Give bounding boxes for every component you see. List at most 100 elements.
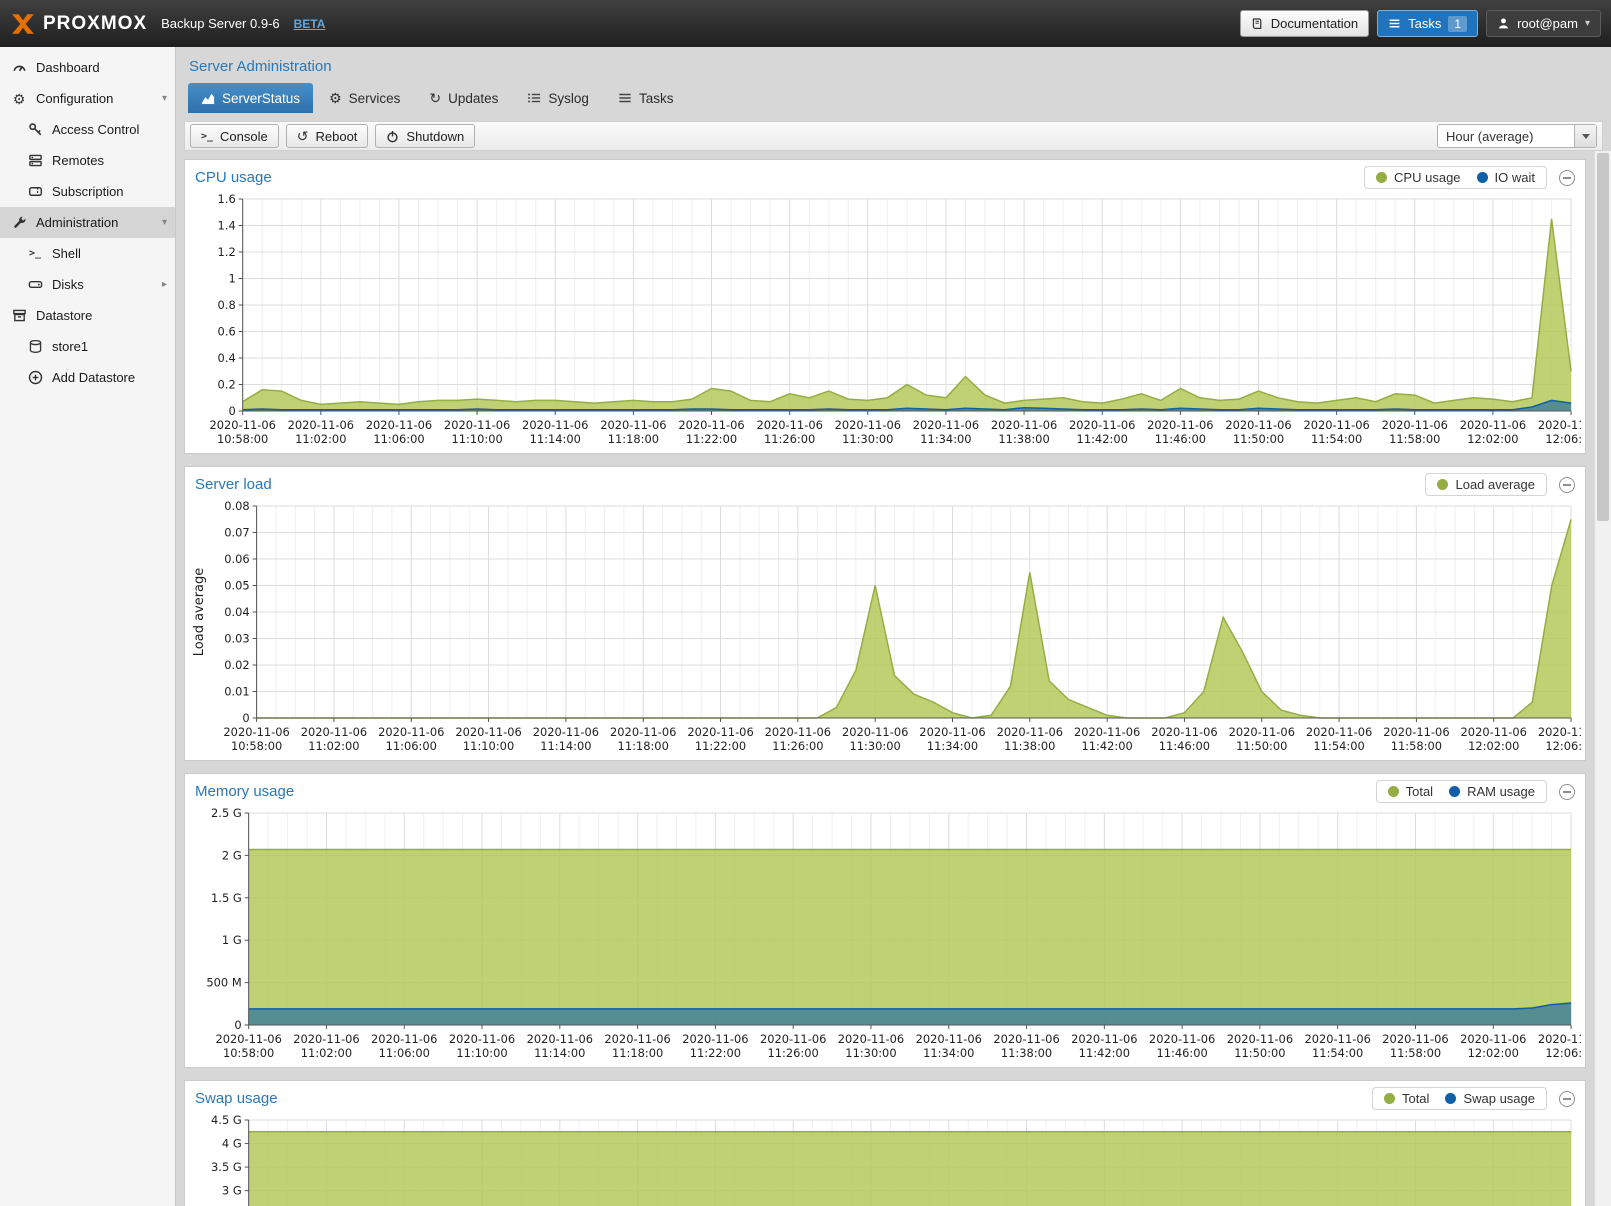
reboot-button[interactable]: ↺ Reboot — [286, 124, 369, 148]
svg-text:11:46:00: 11:46:00 — [1156, 1046, 1207, 1060]
svg-text:12:02:00: 12:02:00 — [1468, 739, 1519, 753]
svg-text:2020-11-06: 2020-11-06 — [371, 1032, 437, 1046]
tasks-button[interactable]: Tasks 1 — [1377, 10, 1478, 37]
svg-text:11:58:00: 11:58:00 — [1389, 432, 1440, 446]
svg-text:11:14:00: 11:14:00 — [530, 432, 581, 446]
sidebar-item-configuration[interactable]: ⚙ Configuration ▾ — [0, 83, 175, 114]
sidebar-item-subscription[interactable]: Subscription — [0, 176, 175, 207]
svg-text:2020-11-06: 2020-11-06 — [991, 418, 1057, 432]
collapse-icon[interactable] — [1559, 170, 1575, 186]
shutdown-button[interactable]: Shutdown — [375, 124, 475, 148]
collapse-icon[interactable] — [1559, 784, 1575, 800]
svg-text:0.6: 0.6 — [218, 324, 236, 338]
chart-legend: Total Swap usage — [1372, 1087, 1547, 1110]
legend-item: Total — [1388, 784, 1433, 799]
page-title: Server Administration — [176, 47, 1611, 83]
collapse-icon[interactable] — [1559, 1091, 1575, 1107]
scrollbar-thumb[interactable] — [1597, 153, 1609, 521]
svg-text:2020-11-06: 2020-11-06 — [1151, 725, 1217, 739]
tab-label: Syslog — [548, 91, 589, 106]
svg-text:2020-11-06: 2020-11-06 — [687, 725, 753, 739]
svg-text:0.03: 0.03 — [224, 631, 249, 645]
gauge-icon — [11, 60, 27, 76]
svg-text:11:22:00: 11:22:00 — [686, 432, 737, 446]
svg-text:2020-11-06: 2020-11-06 — [997, 725, 1063, 739]
sidebar-item-add-datastore[interactable]: Add Datastore — [0, 362, 175, 393]
vertical-scrollbar[interactable] — [1594, 151, 1611, 1206]
svg-text:11:18:00: 11:18:00 — [618, 739, 669, 753]
documentation-button[interactable]: Documentation — [1240, 10, 1369, 37]
tasks-list-icon — [618, 91, 632, 105]
legend-label: Total — [1402, 1091, 1429, 1106]
tab-tasks[interactable]: Tasks — [605, 83, 687, 113]
sidebar-item-label: Configuration — [36, 91, 113, 106]
svg-text:12:06:00: 12:06:00 — [1545, 1046, 1581, 1060]
sidebar-item-label: Remotes — [52, 153, 104, 168]
sidebar-item-datastore[interactable]: Datastore — [0, 300, 175, 331]
svg-text:1.4: 1.4 — [218, 218, 236, 232]
tab-serverstatus[interactable]: ServerStatus — [188, 83, 313, 113]
sidebar-item-store1[interactable]: store1 — [0, 331, 175, 362]
select-trigger[interactable] — [1574, 125, 1596, 147]
svg-text:0: 0 — [234, 1018, 241, 1032]
svg-text:11:58:00: 11:58:00 — [1391, 739, 1442, 753]
sidebar-item-administration[interactable]: Administration ▾ — [0, 207, 175, 238]
legend-label: Load average — [1455, 477, 1535, 492]
svg-text:11:30:00: 11:30:00 — [845, 1046, 896, 1060]
svg-text:2020-11-06: 2020-11-06 — [527, 1032, 593, 1046]
svg-text:11:38:00: 11:38:00 — [1004, 739, 1055, 753]
console-button[interactable]: >_ Console — [190, 124, 279, 148]
timeframe-select[interactable]: Hour (average) — [1437, 124, 1597, 148]
svg-text:11:42:00: 11:42:00 — [1081, 739, 1132, 753]
svg-text:11:58:00: 11:58:00 — [1390, 1046, 1441, 1060]
tab-label: Services — [349, 91, 401, 106]
svg-text:2020-11-06: 2020-11-06 — [1225, 418, 1291, 432]
sidebar-item-disks[interactable]: Disks ▸ — [0, 269, 175, 300]
legend-label: RAM usage — [1467, 784, 1535, 799]
legend-item: RAM usage — [1449, 784, 1535, 799]
sidebar-item-remotes[interactable]: Remotes — [0, 145, 175, 176]
svg-text:1.6: 1.6 — [218, 193, 236, 206]
server-load-panel: Server load Load average 00.010.020.030.… — [184, 466, 1586, 761]
sidebar-item-label: Dashboard — [36, 60, 100, 75]
svg-text:2020-11-06: 2020-11-06 — [678, 418, 744, 432]
sidebar-item-dashboard[interactable]: Dashboard — [0, 52, 175, 83]
svg-text:11:02:00: 11:02:00 — [308, 739, 359, 753]
svg-text:2020-11-06: 2020-11-06 — [522, 418, 588, 432]
memory-usage-chart: 0500 M1 G1.5 G2 G2.5 G2020-11-0610:58:00… — [185, 807, 1585, 1067]
svg-text:2020-11-06: 2020-11-06 — [610, 725, 676, 739]
svg-text:11:26:00: 11:26:00 — [764, 432, 815, 446]
console-label: Console — [220, 129, 268, 144]
svg-text:2020-11-06: 2020-11-06 — [913, 418, 979, 432]
sidebar-item-shell[interactable]: >_ Shell — [0, 238, 175, 269]
collapse-icon[interactable] — [1559, 477, 1575, 493]
svg-text:11:42:00: 11:42:00 — [1077, 432, 1128, 446]
tab-updates[interactable]: ↻ Updates — [416, 83, 511, 113]
sidebar-item-label: Add Datastore — [52, 370, 135, 385]
caret-down-icon — [1582, 134, 1590, 139]
svg-text:2020-11-06: 2020-11-06 — [1383, 725, 1449, 739]
user-menu-button[interactable]: root@pam ▾ — [1486, 10, 1601, 37]
svg-text:12:02:00: 12:02:00 — [1467, 432, 1518, 446]
proxmox-x-icon — [10, 11, 36, 37]
svg-text:2020-11-06: 2020-11-06 — [756, 418, 822, 432]
reboot-label: Reboot — [315, 129, 357, 144]
svg-text:2 G: 2 G — [222, 848, 242, 862]
svg-text:Load average: Load average — [192, 568, 207, 657]
svg-text:11:30:00: 11:30:00 — [850, 739, 901, 753]
legend-swatch — [1445, 1093, 1456, 1104]
proxmox-logo: PROXMOX — [10, 11, 147, 37]
beta-link[interactable]: BETA — [294, 17, 326, 31]
tab-label: Tasks — [639, 91, 674, 106]
shutdown-label: Shutdown — [406, 129, 464, 144]
svg-text:2020-11-06: 2020-11-06 — [604, 1032, 670, 1046]
tab-syslog[interactable]: Syslog — [514, 83, 602, 113]
svg-text:2020-11-06: 2020-11-06 — [1382, 418, 1448, 432]
tab-services[interactable]: ⚙ Services — [316, 83, 413, 113]
legend-item: Total — [1384, 1091, 1429, 1106]
panel-title: Memory usage — [195, 783, 294, 800]
svg-text:11:02:00: 11:02:00 — [295, 432, 346, 446]
svg-text:0.04: 0.04 — [224, 605, 249, 619]
sidebar-item-access-control[interactable]: Access Control — [0, 114, 175, 145]
svg-text:2020-11-06: 2020-11-06 — [449, 1032, 515, 1046]
